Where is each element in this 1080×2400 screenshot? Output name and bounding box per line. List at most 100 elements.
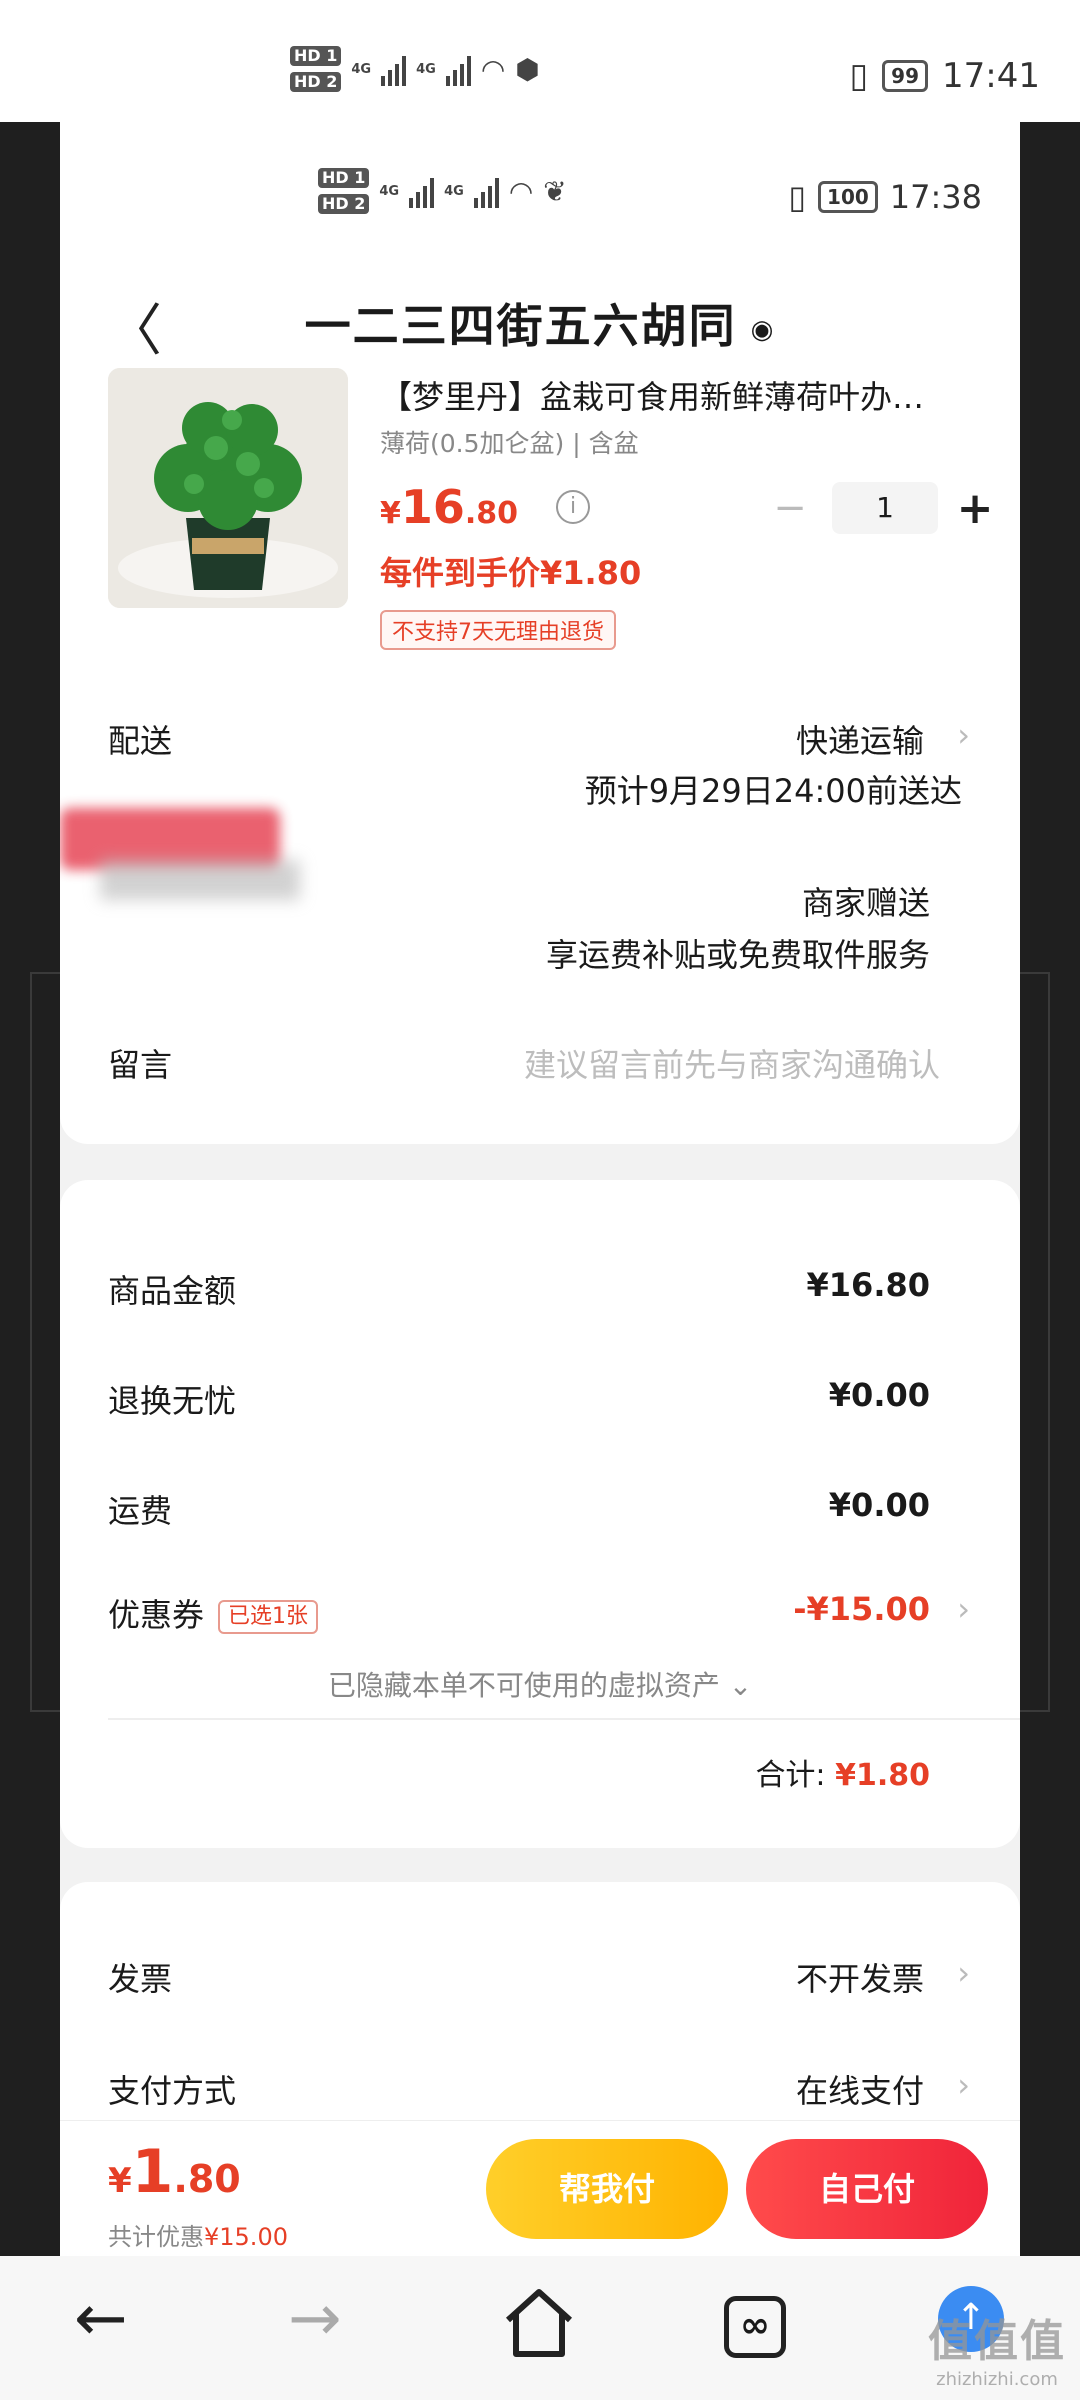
watermark: 值值值 zhizhizhi.com (928, 2305, 1066, 2390)
total-label: 合计: (755, 1758, 826, 1793)
message-input[interactable]: 建议留言前先与商家沟通确认 (524, 1040, 940, 1086)
chevron-right-icon[interactable]: › (957, 1954, 970, 1992)
clock: 17:38 (889, 178, 982, 216)
return-worry-free-label: 退换无忧 (108, 1382, 237, 1420)
inner-signal-group: HD 1 HD 2 4G 4G ◠ ❦ (318, 168, 567, 214)
coupon-value[interactable]: -¥15.00 (793, 1590, 930, 1628)
currency-symbol: ¥ (108, 2161, 132, 2201)
order-sheet: HD 1 HD 2 4G 4G ◠ ❦ ▯ 100 17:38 〈 一二三四街五六… (60, 122, 1020, 2256)
coupon-row[interactable]: 优惠券 已选1张 (108, 1590, 319, 1636)
payment-method-value[interactable]: 在线支付 (796, 2066, 924, 2112)
redacted-label (60, 790, 300, 900)
forward-arrow-icon[interactable]: → (288, 2282, 342, 2356)
outer-status-right: ▯ 99 17:41 (849, 56, 1040, 96)
network-label: 4G (351, 61, 372, 77)
mint-plant-icon (108, 368, 348, 608)
discount-label: 共计优惠 (108, 2223, 204, 2251)
signal-icon (445, 52, 471, 86)
vibrate-icon: ▯ (849, 56, 869, 96)
insurance-value[interactable]: 商家赠送 (802, 878, 930, 924)
discount-value: ¥15.00 (204, 2223, 288, 2251)
chevron-right-icon[interactable]: › (957, 1590, 970, 1628)
hidden-assets-toggle[interactable]: 已隐藏本单不可使用的虚拟资产 ⌄ (60, 1664, 1020, 1704)
network-label: 4G (444, 183, 464, 199)
coupon-selected-badge: 已选1张 (218, 1600, 319, 1634)
currency-symbol: ¥ (380, 496, 401, 531)
back-arrow-icon[interactable]: ← (74, 2282, 128, 2356)
divider (108, 1718, 1020, 1720)
battery-icon: 100 (818, 181, 878, 213)
clock: 17:41 (942, 56, 1040, 96)
home-icon[interactable] (502, 2286, 576, 2360)
freight-value: ¥0.00 (828, 1486, 930, 1524)
final-unit-price: 每件到手价¥1.80 (380, 554, 642, 592)
product-thumbnail[interactable] (108, 368, 348, 608)
signal-icon (409, 174, 435, 208)
quantity-input[interactable]: 1 (832, 482, 938, 534)
checkout-bar: ¥1.80 共计优惠¥15.00 帮我付 自己付 (60, 2120, 1020, 2256)
hd-icon: HD 1 (318, 168, 370, 188)
info-icon[interactable]: i (556, 490, 590, 524)
decrement-button[interactable]: − (762, 485, 818, 531)
hd-icon: HD 1 (290, 46, 342, 66)
vibrate-icon: ▯ (788, 178, 807, 216)
return-policy-badge: 不支持7天无理由退货 (380, 610, 616, 650)
total-discount: 共计优惠¥15.00 (108, 2217, 288, 2252)
location-pin-icon: ◉ (750, 314, 776, 345)
wifi-icon: ◠ (480, 52, 506, 86)
quantity-stepper: − 1 + (762, 482, 998, 534)
battery-icon: 99 (882, 60, 929, 92)
chevron-right-icon[interactable]: › (957, 716, 970, 754)
address-title[interactable]: 一二三四街五六胡同 ◉ (60, 290, 1020, 356)
total-value: ¥1.80 (835, 1758, 930, 1793)
product-name[interactable]: 【梦里丹】盆栽可食用新鲜薄荷叶办… (380, 372, 980, 418)
goods-amount-value: ¥16.80 (806, 1266, 930, 1304)
leaf-icon: ❦ (543, 174, 567, 208)
insurance-desc: 享运费补贴或免费取件服务 (545, 936, 930, 974)
payment-method-label: 支付方式 (108, 2072, 237, 2110)
hand-icon: ⬢ (515, 52, 540, 86)
order-card: HD 1 HD 2 4G 4G ◠ ❦ ▯ 100 17:38 〈 一二三四街五六… (60, 122, 1020, 1144)
help-me-pay-button[interactable]: 帮我付 (486, 2139, 728, 2239)
wifi-icon: ◠ (508, 174, 534, 208)
signal-icon (473, 174, 499, 208)
return-worry-free-value: ¥0.00 (828, 1376, 930, 1414)
coupon-label: 优惠券 (108, 1596, 205, 1634)
inner-status-bar: HD 1 HD 2 4G 4G ◠ ❦ ▯ 100 17:38 (60, 122, 1020, 272)
outer-signal-group: HD 1 HD 2 4G 4G ◠ ⬢ (290, 46, 540, 92)
hd-icon: HD 2 (318, 194, 370, 214)
browser-nav-bar: ← → ∞ ↑ 值值值 zhizhizhi.com (0, 2256, 1080, 2400)
address-text: 一二三四街五六胡同 (304, 299, 737, 353)
price-integer: 1 (131, 2137, 174, 2207)
watermark-text: 值值值 (928, 2316, 1066, 2367)
price-integer: 16 (400, 480, 465, 534)
delivery-label: 配送 (108, 722, 173, 760)
network-label: 4G (416, 61, 436, 77)
chevron-right-icon[interactable]: › (957, 2066, 970, 2104)
product-price: ¥16.80 (380, 480, 518, 534)
order-total: 合计: ¥1.80 (755, 1750, 930, 1794)
signal-icon (381, 52, 407, 86)
goods-amount-label: 商品金额 (108, 1272, 237, 1310)
invoice-label: 发票 (108, 1960, 173, 1998)
infinity-icon[interactable]: ∞ (724, 2296, 786, 2358)
watermark-url: zhizhizhi.com (936, 2369, 1058, 2390)
outer-status-bar: HD 1 HD 2 4G 4G ◠ ⬢ ▯ 99 17:41 (0, 0, 1080, 122)
hd-icon: HD 2 (290, 72, 342, 92)
network-label: 4G (379, 183, 400, 199)
delivery-method[interactable]: 快递运输 (796, 716, 924, 762)
pay-myself-button[interactable]: 自己付 (746, 2139, 988, 2239)
invoice-value[interactable]: 不开发票 (796, 1954, 924, 2000)
page-header: 〈 一二三四街五六胡同 ◉ (60, 262, 1020, 372)
inner-status-right: ▯ 100 17:38 (788, 178, 982, 216)
product-row: 【梦里丹】盆栽可食用新鲜薄荷叶办… 薄荷(0.5加仑盆) | 含盆 ¥16.80… (108, 368, 993, 658)
price-summary-card: 商品金额 ¥16.80 退换无忧 ¥0.00 运费 ¥0.00 优惠券 已选1张 … (60, 1180, 1020, 1848)
message-label: 留言 (108, 1046, 173, 1084)
price-decimal: .80 (464, 496, 519, 531)
price-decimal: .80 (173, 2157, 241, 2201)
final-price: ¥1.80 (108, 2137, 241, 2207)
product-spec[interactable]: 薄荷(0.5加仑盆) | 含盆 (380, 424, 639, 460)
freight-label: 运费 (108, 1492, 173, 1530)
delivery-eta: 预计9月29日24:00前送达 (584, 772, 962, 810)
increment-button[interactable]: + (952, 483, 998, 534)
